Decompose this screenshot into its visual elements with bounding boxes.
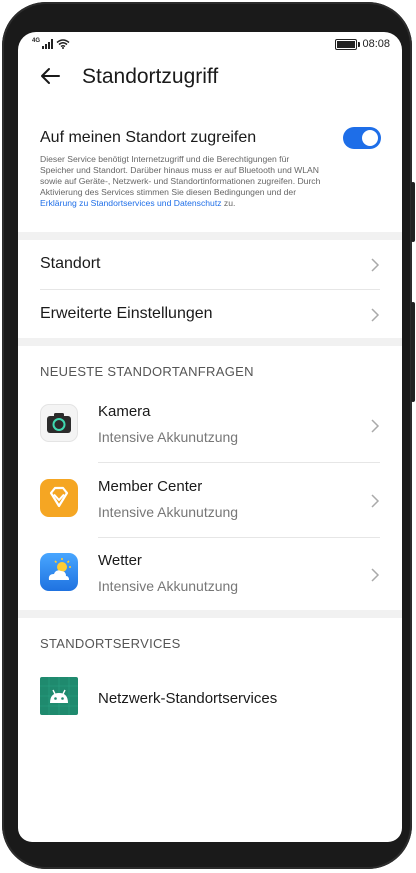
status-left: 4G [32,38,70,49]
settings-item-advanced[interactable]: Erweiterte Einstellungen [40,290,380,340]
clock: 08:08 [362,38,390,50]
app-name: Kamera [98,403,151,420]
settings-item-standort[interactable]: Standort [40,240,380,290]
weather-icon [40,553,78,591]
settings-item-label: Erweiterte Einstellungen [40,305,213,322]
privacy-link[interactable]: Erklärung zu Standortservices und Datens… [40,198,222,208]
description-line: Aktivierung des Services stimmen Sie die… [40,187,297,197]
chevron-right-icon [371,258,380,272]
location-services-title: STANDORTSERVICES [40,636,181,651]
section-gap [18,338,402,346]
service-row-network-location[interactable]: Netzwerk-Standortservices [40,660,380,734]
app-row-member-center[interactable]: Member Center Intensive Akkunutzung [40,463,380,537]
app-row-kamera[interactable]: Kamera Intensive Akkunutzung [40,388,380,462]
description-line: Speicher und Standort. Darüber hinaus mu… [40,165,319,175]
chevron-right-icon [371,494,380,508]
battery-icon [335,38,361,50]
chevron-right-icon [371,568,380,582]
chevron-right-icon [371,308,380,322]
status-bar: 4G 08:08 [18,32,402,58]
volume-button [411,302,415,402]
member-center-icon [40,479,78,517]
section-gap [18,232,402,240]
location-access-switch[interactable] [343,127,381,149]
service-name: Netzwerk-Standortservices [98,690,278,707]
section-gap [18,610,402,618]
description-line: sowie auf Geräte-, Netzwerk- und Standor… [40,176,321,186]
camera-icon [40,404,78,442]
page-title: Standortzugriff [82,65,219,88]
power-button [411,182,415,242]
app-header: Standortzugriff [18,58,402,116]
chevron-right-icon [371,419,380,433]
android-icon [40,677,78,715]
app-name: Wetter [98,552,142,569]
back-arrow-icon[interactable] [38,64,62,88]
app-row-wetter[interactable]: Wetter Intensive Akkunutzung [40,537,380,611]
network-type: 4G [32,38,41,44]
status-right: 08:08 [335,38,390,50]
signal-icon [42,39,54,49]
location-description: Dieser Service benötigt Internetzugriff … [40,154,380,209]
phone-frame: 4G 08:08 Standortzugriff Auf meinen Stan… [2,2,415,869]
app-status: Intensive Akkunutzung [98,578,239,594]
app-status: Intensive Akkunutzung [98,504,239,520]
app-name: Member Center [98,478,203,495]
location-access-label: Auf meinen Standort zugreifen [40,129,257,146]
settings-item-label: Standort [40,255,101,272]
description-line: Dieser Service benötigt Internetzugriff … [40,154,290,164]
link-suffix: zu. [221,198,236,208]
wifi-icon [56,39,70,49]
screen: 4G 08:08 Standortzugriff Auf meinen Stan… [18,32,402,842]
switch-knob [362,130,378,146]
app-status: Intensive Akkunutzung [98,429,239,445]
description-link-line: Erklärung zu Standortservices und Datens… [40,198,380,209]
recent-requests-title: NEUESTE STANDORTANFRAGEN [40,364,254,379]
